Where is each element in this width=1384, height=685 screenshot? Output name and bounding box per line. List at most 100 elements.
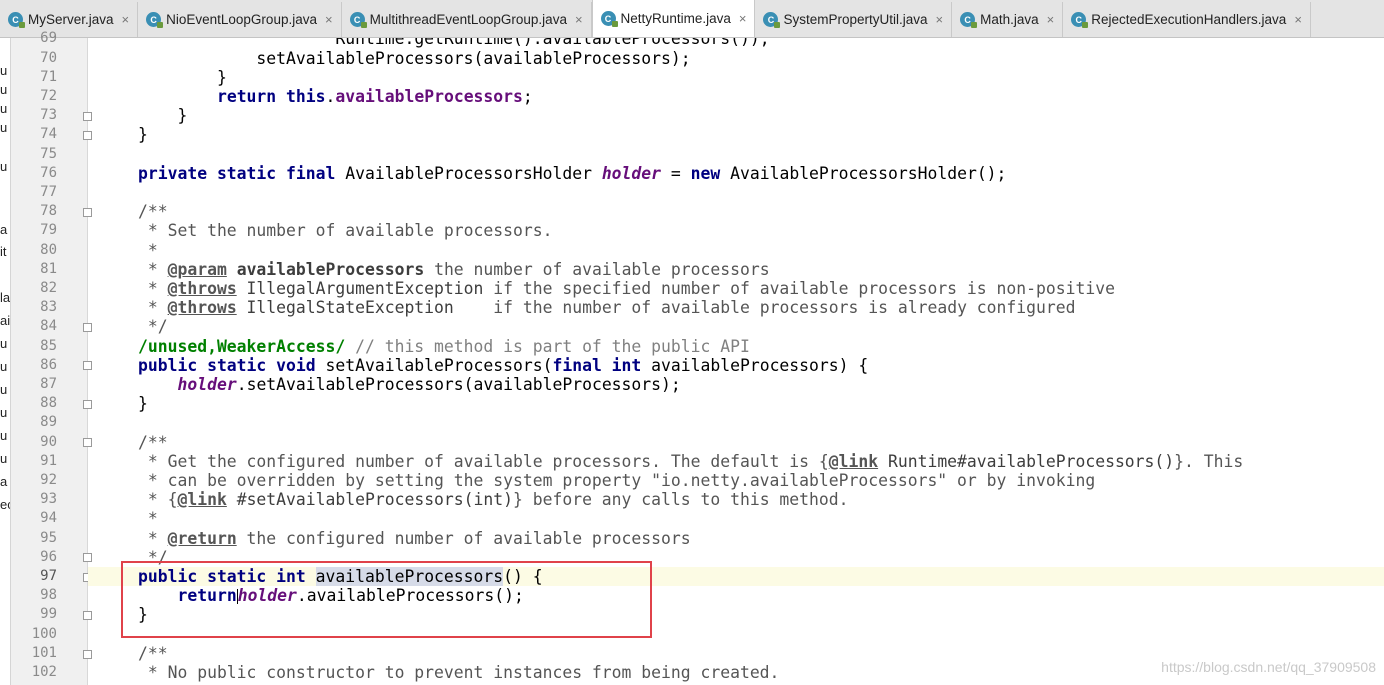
javadoc-text: /**	[138, 643, 168, 663]
code-line[interactable]: *	[88, 509, 1384, 528]
line-comment: // this method is part of the public API	[345, 336, 750, 356]
tab-label: RejectedExecutionHandlers.java	[1091, 12, 1287, 27]
java-class-icon: C	[960, 12, 978, 28]
line-number: 94	[40, 510, 57, 527]
line-number: 82	[40, 280, 57, 296]
code-line[interactable]: /unused,WeakerAccess/ // this method is …	[88, 337, 1384, 356]
code-editor[interactable]: Runtime.getRuntime().availableProcessors…	[88, 38, 1384, 685]
code-line[interactable]: * @param availableProcessors the number …	[88, 260, 1384, 279]
keyword: this	[286, 87, 326, 106]
line-number: 90	[40, 433, 57, 450]
line-number: 72	[40, 88, 57, 104]
tab-math[interactable]: C Math.java ×	[952, 2, 1064, 37]
tab-multithreadeventloopgroup[interactable]: C MultithreadEventLoopGroup.java ×	[342, 2, 592, 37]
code-line[interactable]	[88, 413, 1384, 432]
code-line[interactable]: */	[88, 548, 1384, 567]
tab-nettyruntime[interactable]: C NettyRuntime.java ×	[591, 0, 756, 37]
code-line[interactable]: setAvailableProcessors(availableProcesso…	[88, 49, 1384, 68]
javadoc-text: }. This	[1174, 451, 1244, 471]
tab-rejectedexecutionhandlers[interactable]: C RejectedExecutionHandlers.java ×	[1063, 2, 1311, 37]
code-line[interactable]	[88, 183, 1384, 202]
tab-label: MultithreadEventLoopGroup.java	[369, 12, 567, 27]
javadoc-text: * No public constructor to prevent insta…	[138, 663, 780, 682]
javadoc-tag: @return	[167, 528, 237, 548]
tab-label: NettyRuntime.java	[620, 11, 731, 26]
javadoc-tag: @throws	[167, 298, 237, 318]
code-line[interactable]: * @throws IllegalStateException if the n…	[88, 298, 1384, 317]
line-number: 91	[40, 452, 57, 469]
tab-systempropertyutil[interactable]: C SystemPropertyUtil.java ×	[755, 2, 953, 37]
line-number: 84	[40, 318, 57, 335]
code-line[interactable]: }	[88, 394, 1384, 413]
code-line[interactable]: }	[88, 605, 1384, 624]
line-number: 92	[40, 472, 57, 488]
project-tree-fragment: u	[0, 336, 8, 351]
code-line[interactable]: * can be overridden by setting the syste…	[88, 471, 1384, 490]
line-number: 87	[40, 376, 57, 392]
code-line[interactable]: * @throws IllegalArgumentException if th…	[88, 279, 1384, 298]
code-line[interactable]: return this.availableProcessors;	[88, 87, 1384, 106]
code-line[interactable]: }	[88, 68, 1384, 87]
code-line[interactable]: *	[88, 241, 1384, 260]
code-line[interactable]: public static void setAvailableProcessor…	[88, 356, 1384, 375]
code-line[interactable]: */	[88, 317, 1384, 336]
code-line-current[interactable]: public static int availableProcessors() …	[88, 567, 1384, 587]
code-line[interactable]: * @return the configured number of avail…	[88, 529, 1384, 548]
project-tree-fragment: u	[0, 120, 8, 135]
code-text: =	[661, 163, 691, 183]
line-number: 85	[40, 337, 57, 354]
line-number: 95	[40, 529, 57, 546]
static-field: holder	[177, 375, 237, 394]
java-class-icon: C	[8, 12, 25, 28]
line-number: 71	[40, 68, 57, 85]
project-tree-fragment: u	[0, 101, 8, 116]
code-line[interactable]: }	[88, 106, 1384, 125]
project-tree-fragment: a	[0, 222, 8, 237]
line-number-gutter[interactable]: 69 70 71 72 73 74 75 76 77 78 79 80 81 8…	[11, 30, 92, 685]
code-text: AvailableProcessorsHolder();	[720, 163, 1007, 183]
code-text: }	[216, 67, 227, 87]
code-line[interactable]	[88, 625, 1384, 644]
code-line[interactable]: }	[88, 125, 1384, 144]
close-icon[interactable]: ×	[325, 12, 333, 27]
code-line[interactable]: holder.setAvailableProcessors(availableP…	[88, 375, 1384, 394]
tab-nioeventloopgroup[interactable]: C NioEventLoopGroup.java ×	[138, 2, 342, 37]
code-line[interactable]: * Set the number of available processors…	[88, 221, 1384, 240]
project-tree-fragment: a	[0, 474, 8, 489]
code-line[interactable]: returnholder.availableProcessors();	[88, 586, 1384, 605]
code-line[interactable]: * {@link #setAvailableProcessors(int)} b…	[88, 490, 1384, 509]
keyword: public static int	[138, 567, 306, 586]
javadoc-text: * Set the number of available processors…	[138, 221, 553, 241]
line-number: 73	[40, 107, 57, 124]
line-number: 96	[40, 548, 57, 565]
code-line[interactable]: Runtime.getRuntime().availableProcessors…	[88, 38, 1384, 49]
close-icon[interactable]: ×	[935, 12, 943, 27]
code-line[interactable]: * Get the configured number of available…	[88, 452, 1384, 471]
javadoc-tag: @link	[177, 490, 227, 510]
tab-label: SystemPropertyUtil.java	[783, 12, 928, 27]
javadoc-link[interactable]: #setAvailableProcessors(int)	[227, 490, 513, 509]
line-number: 74	[40, 126, 57, 143]
line-number: 77	[40, 184, 57, 200]
javadoc-text: /**	[138, 432, 168, 452]
code-line[interactable]	[88, 145, 1384, 164]
line-number: 100	[31, 625, 57, 642]
code-line[interactable]: /**	[88, 433, 1384, 452]
code-line[interactable]: private static final AvailableProcessors…	[88, 164, 1384, 183]
project-tree-clipped[interactable]: u u u u u a it la ai u u u u u u a ec	[0, 38, 11, 685]
javadoc-link[interactable]: Runtime#availableProcessors()	[878, 452, 1174, 471]
close-icon[interactable]: ×	[1047, 12, 1055, 27]
javadoc-text: * can be overridden by setting the syste…	[138, 471, 1096, 490]
javadoc-text: the configured number of available proce…	[236, 528, 691, 548]
javadoc-text: * Get the configured number of available…	[138, 451, 829, 471]
close-icon[interactable]: ×	[575, 12, 583, 27]
code-line[interactable]: /**	[88, 202, 1384, 221]
close-icon[interactable]: ×	[122, 12, 130, 27]
javadoc-text: *	[138, 298, 168, 318]
selected-method-name[interactable]: availableProcessors	[315, 567, 504, 586]
line-number: 83	[40, 299, 57, 316]
close-icon[interactable]: ×	[1294, 12, 1302, 27]
field-name: availableProcessors	[335, 87, 523, 106]
line-number: 80	[40, 241, 57, 258]
close-icon[interactable]: ×	[739, 11, 747, 26]
